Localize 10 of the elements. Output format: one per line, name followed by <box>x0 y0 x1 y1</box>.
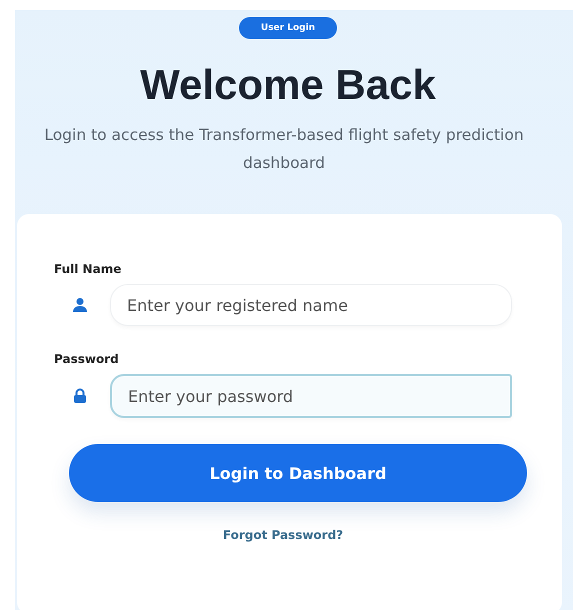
field-label: Full Name <box>54 262 122 276</box>
page-title: Welcome Back <box>140 61 436 109</box>
login-button[interactable]: Login to Dashboard <box>69 444 527 502</box>
lock-icon <box>72 388 88 404</box>
subtitle: Login to access the Transformer-based flight safety prediction dashboard <box>43 125 525 174</box>
field-label: Password <box>54 352 120 366</box>
input-field[interactable]: Enter your password <box>110 374 512 418</box>
user-icon <box>72 297 88 313</box>
forgot-password-link[interactable]: Forgot Password? <box>222 528 344 542</box>
user-login-badge: User Login <box>238 17 338 39</box>
